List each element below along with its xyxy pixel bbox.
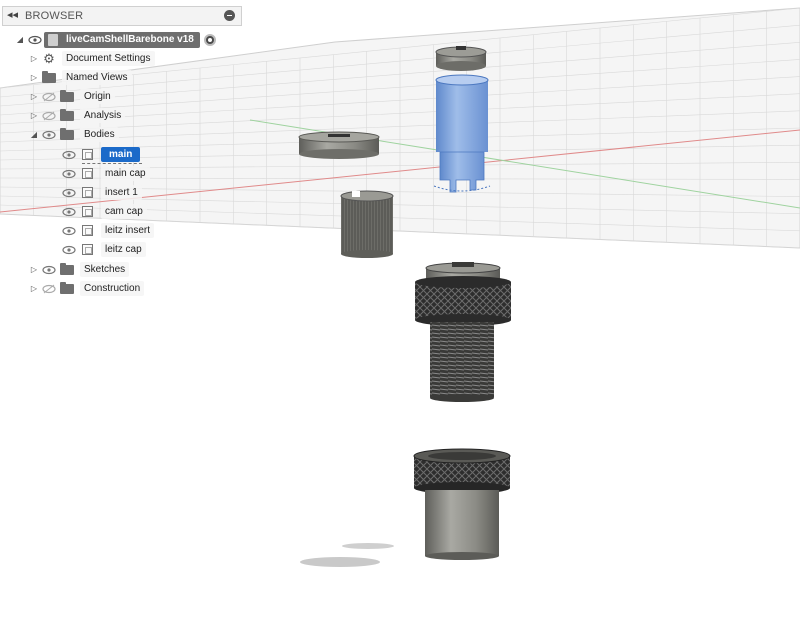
tree-item-label: Bodies xyxy=(80,127,119,142)
leitz-cap-body[interactable] xyxy=(413,448,511,560)
tree-item-construction[interactable]: ▷ Construction xyxy=(28,279,145,298)
expand-triangle-icon[interactable]: ▷ xyxy=(28,54,40,63)
body-item-cam-cap[interactable]: cam cap xyxy=(60,202,147,221)
eye-off-icon[interactable] xyxy=(40,283,58,295)
body-shadow xyxy=(342,543,394,549)
browser-panel: ◂◂ BROWSER ◢ liveCamShellBarebone v18 ▷ … xyxy=(0,0,244,300)
body-icon xyxy=(82,206,93,217)
body-label: main cap xyxy=(101,166,150,181)
browser-header: ◂◂ BROWSER xyxy=(2,6,242,26)
document-icon xyxy=(48,33,58,46)
leitz-insert-body[interactable] xyxy=(415,262,511,402)
tree-item-label: Sketches xyxy=(80,262,130,277)
body-label: leitz insert xyxy=(101,223,155,238)
expand-triangle-icon[interactable]: ▷ xyxy=(28,265,40,274)
expand-triangle-icon[interactable]: ▷ xyxy=(28,73,40,82)
body-item-insert-1[interactable]: insert 1 xyxy=(60,183,142,202)
eye-icon[interactable] xyxy=(60,206,78,218)
eye-icon[interactable] xyxy=(40,264,58,276)
document-title: liveCamShellBarebone v18 xyxy=(66,34,194,45)
expand-triangle-icon[interactable]: ◢ xyxy=(28,130,40,139)
body-icon xyxy=(82,225,93,236)
tree-item-named-views[interactable]: ▷ Named Views xyxy=(28,68,132,87)
body-icon xyxy=(82,244,93,255)
tree-item-bodies[interactable]: ◢ Bodies xyxy=(28,125,119,144)
body-shadow xyxy=(300,557,380,567)
close-icon[interactable] xyxy=(224,10,235,21)
folder-icon xyxy=(60,281,74,294)
eye-icon[interactable] xyxy=(26,34,44,46)
eye-icon[interactable] xyxy=(60,168,78,180)
browser-title: BROWSER xyxy=(25,10,84,22)
folder-icon xyxy=(60,127,74,140)
body-icon xyxy=(82,168,93,179)
body-icon xyxy=(82,187,93,198)
main-cap-body[interactable] xyxy=(298,131,380,159)
tree-item-label: Origin xyxy=(80,89,115,104)
body-label: cam cap xyxy=(101,204,147,219)
tree-item-analysis[interactable]: ▷ Analysis xyxy=(28,106,126,125)
document-title-bar[interactable]: liveCamShellBarebone v18 xyxy=(44,31,200,48)
tree-item-label: Analysis xyxy=(80,108,126,123)
collapse-icon[interactable]: ◂◂ xyxy=(7,8,18,21)
body-label: main xyxy=(101,147,141,162)
tree-item-sketches[interactable]: ▷ Sketches xyxy=(28,260,130,279)
expand-triangle-icon[interactable]: ▷ xyxy=(28,111,40,120)
body-item-main[interactable]: main xyxy=(60,145,141,164)
gear-icon: ⚙ xyxy=(43,50,55,66)
activate-radio-icon[interactable] xyxy=(203,33,216,46)
eye-icon[interactable] xyxy=(60,225,78,237)
body-item-main-cap[interactable]: main cap xyxy=(60,164,150,183)
expand-triangle-icon[interactable]: ▷ xyxy=(28,284,40,293)
tree-item-document-settings[interactable]: ▷ ⚙ Document Settings xyxy=(28,49,155,68)
root-document-node[interactable]: ◢ liveCamShellBarebone v18 xyxy=(14,30,216,49)
expand-triangle-icon[interactable]: ▷ xyxy=(28,92,40,101)
eye-off-icon[interactable] xyxy=(40,110,58,122)
body-item-leitz-cap[interactable]: leitz cap xyxy=(60,240,146,259)
folder-icon xyxy=(42,70,56,83)
eye-icon[interactable] xyxy=(60,244,78,256)
folder-icon xyxy=(60,89,74,102)
body-item-leitz-insert[interactable]: leitz insert xyxy=(60,221,155,240)
eye-icon[interactable] xyxy=(60,187,78,199)
eye-off-icon[interactable] xyxy=(40,91,58,103)
insert-cap-body[interactable] xyxy=(435,46,487,71)
eye-icon[interactable] xyxy=(60,149,78,161)
insert-1-body[interactable] xyxy=(340,190,394,258)
main-body-selected[interactable] xyxy=(433,74,491,193)
folder-icon xyxy=(60,108,74,121)
tree-item-origin[interactable]: ▷ Origin xyxy=(28,87,115,106)
folder-icon xyxy=(60,262,74,275)
body-label: insert 1 xyxy=(101,185,142,200)
eye-icon[interactable] xyxy=(40,129,58,141)
tree-item-label: Named Views xyxy=(62,70,132,85)
expand-triangle-icon[interactable]: ◢ xyxy=(14,35,26,44)
body-label: leitz cap xyxy=(101,242,146,257)
tree-item-label: Construction xyxy=(80,281,145,296)
tree-item-label: Document Settings xyxy=(62,51,155,66)
body-icon xyxy=(82,149,93,160)
